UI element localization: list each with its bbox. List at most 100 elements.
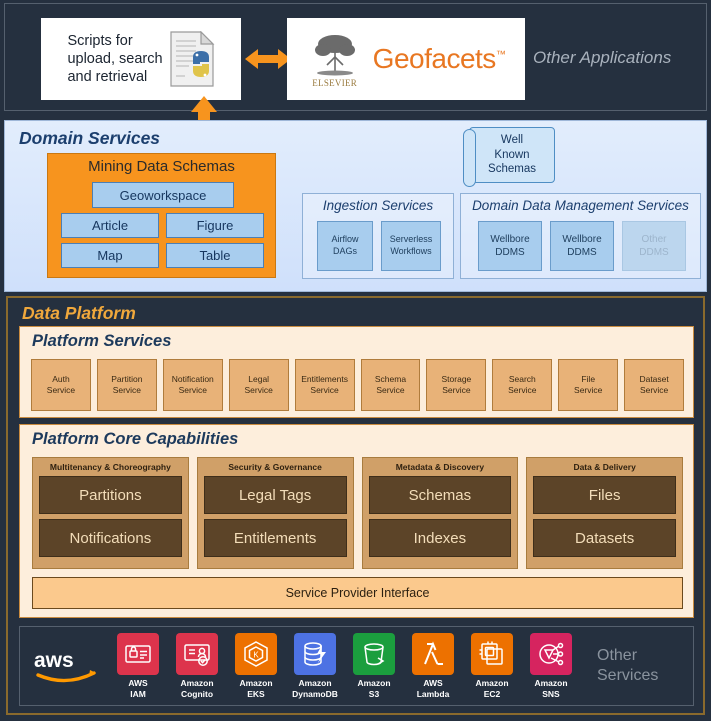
s3-line-2: S3 (368, 688, 380, 699)
capability-legal-tags[interactable]: Legal Tags (203, 476, 347, 514)
partition-line-2: Service (112, 385, 142, 395)
capability-notifications[interactable]: Notifications (39, 519, 182, 557)
scripts-line-2: upload, search (67, 50, 163, 67)
sns-label: Amazon SNS (534, 678, 567, 698)
aws-service-dynamodb[interactable]: Amazon DynamoDB (290, 633, 340, 699)
service-provider-interface-bar[interactable]: Service Provider Interface (32, 577, 683, 609)
trademark-symbol: ™ (495, 49, 506, 61)
aws-service-iam[interactable]: AWS IAM (113, 633, 163, 699)
dynamodb-icon (294, 633, 336, 676)
eks-line-2: EKS (247, 688, 265, 699)
other-services-label: Other Services (597, 646, 658, 686)
capability-datasets[interactable]: Datasets (533, 519, 676, 557)
service-tile-dataset[interactable]: Dataset Service (624, 359, 685, 411)
capability-schemas[interactable]: Schemas (368, 476, 512, 514)
dynamodb-label: Amazon DynamoDB (292, 678, 338, 698)
aws-service-ec2[interactable]: Amazon EC2 (467, 633, 517, 699)
ddms-3-line-2: DDMS (639, 247, 669, 258)
ec2-icon (471, 633, 513, 676)
capability-group-multitenancy: Multitenancy & Choreography Partitions N… (32, 457, 189, 569)
capability-entitlements[interactable]: Entitlements (203, 519, 347, 557)
notification-line-1: Notification (171, 373, 214, 384)
schema-map[interactable]: Map (61, 243, 159, 268)
service-tile-auth[interactable]: Auth Service (31, 359, 91, 411)
domain-services-title: Domain Services (19, 128, 161, 148)
legal-line-1: Legal (248, 373, 270, 384)
service-tile-partition[interactable]: Partition Service (96, 359, 157, 411)
core-capabilities-title: Platform Core Capabilities (32, 430, 239, 448)
sns-icon (530, 633, 572, 676)
ddms-wellbore-1[interactable]: Wellbore DDMS (478, 221, 542, 271)
platform-services-row: Auth Service Partition Service Notificat… (31, 359, 685, 411)
iam-icon (117, 633, 159, 676)
cognito-line-2: Cognito (180, 688, 214, 699)
ddms-wellbore-2[interactable]: Wellbore DDMS (550, 221, 614, 271)
mining-data-schemas-title: Mining Data Schemas (88, 158, 235, 175)
ec2-line-2: EC2 (483, 688, 501, 699)
other-applications-label: Other Applications (533, 48, 672, 67)
capability-files[interactable]: Files (533, 476, 676, 514)
ddms-3-line-1: Other (641, 234, 667, 245)
ingestion-services-group: Ingestion Services Airflow DAGs Serverle… (302, 193, 454, 279)
scripts-card[interactable]: Scripts for upload, search and retrieval (41, 18, 241, 100)
platform-services-panel: Platform Services Auth Service Partition… (19, 326, 694, 418)
data-platform-section: Data Platform Platform Services Auth Ser… (6, 296, 705, 715)
cognito-line-1: Amazon (180, 678, 214, 689)
geofacets-wordmark: Geofacets™ (373, 43, 506, 75)
service-tile-storage[interactable]: Storage Service (426, 359, 487, 411)
serverless-line-1: Serverless (389, 234, 433, 245)
eks-icon: K (235, 633, 277, 676)
ingestion-serverless-workflows[interactable]: Serverless Workflows (381, 221, 441, 271)
storage-line-2: Service (442, 385, 471, 395)
iam-line-2: IAM (130, 688, 146, 699)
schema-figure[interactable]: Figure (166, 213, 264, 238)
schema-line-1: Schema (374, 373, 407, 384)
s3-icon (353, 633, 395, 676)
airflow-line-1: Airflow (331, 234, 359, 245)
ec2-label: Amazon EC2 (475, 678, 508, 698)
aws-service-sns[interactable]: Amazon SNS (526, 633, 576, 699)
aws-service-cognito[interactable]: Amazon Cognito (172, 633, 222, 699)
service-tile-search[interactable]: Search Service (492, 359, 553, 411)
service-tile-schema[interactable]: Schema Service (360, 359, 421, 411)
other-services-line-1: Other (597, 647, 638, 664)
entitlements-line-1: Entitlements (301, 373, 348, 384)
svg-text:aws: aws (34, 649, 74, 672)
scripts-label: Scripts for upload, search and retrieval (67, 32, 162, 86)
domain-services-section: Domain Services Mining Data Schemas Geow… (4, 120, 707, 292)
schema-article[interactable]: Article (61, 213, 159, 238)
service-tile-notification[interactable]: Notification Service (162, 359, 223, 411)
capability-group-data-delivery: Data & Delivery Files Datasets (526, 457, 683, 569)
capability-partitions[interactable]: Partitions (39, 476, 182, 514)
service-tile-entitlements[interactable]: Entitlements Service (294, 359, 355, 411)
core-capabilities-row: Multitenancy & Choreography Partitions N… (32, 457, 683, 569)
search-line-1: Search (508, 373, 536, 384)
dataset-line-2: Service (639, 385, 669, 395)
bidirectional-arrow-icon (245, 46, 291, 72)
lambda-label: AWS Lambda (417, 678, 450, 698)
airflow-line-2: DAGs (332, 246, 357, 256)
scripts-line-3: and retrieval (67, 69, 148, 86)
ec2-line-1: Amazon (475, 678, 509, 689)
ddms-1-line-2: DDMS (495, 247, 525, 258)
service-tile-legal[interactable]: Legal Service (228, 359, 289, 411)
lambda-line-1: AWS (423, 678, 443, 689)
aws-service-s3[interactable]: Amazon S3 (349, 633, 399, 699)
capability-indexes[interactable]: Indexes (368, 519, 512, 557)
aws-service-lambda[interactable]: AWS Lambda (408, 633, 458, 699)
lambda-icon (412, 633, 454, 676)
service-tile-file[interactable]: File Service (558, 359, 619, 411)
schema-table[interactable]: Table (166, 243, 264, 268)
group-title-multitenancy: Multitenancy & Choreography (49, 462, 171, 472)
schema-line-2: Service (376, 385, 405, 395)
iam-line-1: AWS (128, 678, 148, 689)
aws-service-eks[interactable]: K Amazon EKS (231, 633, 281, 699)
schema-geoworkspace[interactable]: Geoworkspace (92, 182, 234, 208)
well-known-schemas-note[interactable]: Well Known Schemas (461, 123, 555, 187)
other-applications-band: Scripts for upload, search and retrieval (4, 3, 707, 111)
geofacets-card[interactable]: ELSEVIER Geofacets™ (287, 18, 525, 100)
ddms-2-line-1: Wellbore (562, 234, 602, 245)
scripts-line-1: Scripts for (67, 32, 133, 49)
ingestion-airflow-dags[interactable]: Airflow DAGs (317, 221, 373, 271)
scroll-roll-icon (463, 129, 476, 187)
